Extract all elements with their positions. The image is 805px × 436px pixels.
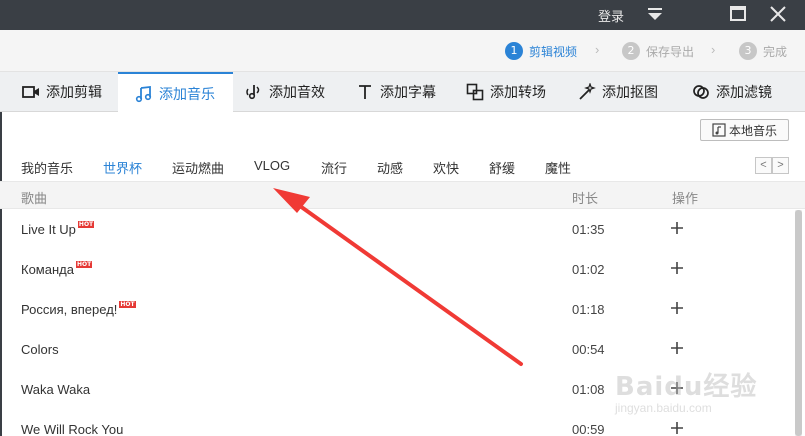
maximize-icon[interactable]: [727, 3, 749, 25]
tab-label: 添加音效: [269, 84, 325, 100]
tab-add-clip[interactable]: 添加剪辑: [22, 72, 102, 112]
song-title: Waka Waka: [21, 382, 91, 397]
song-name: Live It Up HOT: [21, 221, 95, 237]
column-action: 操作: [672, 191, 699, 206]
category-soothing[interactable]: 舒缓: [489, 158, 515, 177]
hot-badge: HOT: [119, 301, 136, 308]
step-number: 2: [622, 42, 640, 60]
step-number: 1: [505, 42, 523, 60]
music-file-icon: [712, 123, 726, 137]
song-title: Россия, вперед!: [21, 302, 118, 317]
song-title: We Will Rock You: [21, 422, 124, 436]
add-plus-icon[interactable]: [669, 220, 685, 236]
song-name: We Will Rock You: [21, 422, 123, 436]
category-my-music[interactable]: 我的音乐: [21, 158, 73, 177]
song-duration: 01:18: [572, 302, 605, 317]
watermark-logo: Baidu经验: [615, 372, 758, 402]
table-row[interactable]: Colors 00:54: [0, 330, 795, 370]
watermark: Baidu经验 jingyan.baidu.com: [615, 366, 765, 426]
category-vlog[interactable]: VLOG: [254, 158, 290, 173]
step-label: 保存导出: [646, 44, 695, 59]
tab-add-filter[interactable]: 添加滤镜: [692, 72, 772, 112]
song-name: Colors: [21, 342, 59, 357]
close-icon[interactable]: [767, 3, 789, 25]
prev-page-button[interactable]: <: [755, 157, 772, 174]
tab-add-cutout[interactable]: 添加抠图: [578, 72, 658, 112]
song-duration: 00:54: [572, 342, 605, 357]
category-tabs: 我的音乐 世界杯 运动燃曲 VLOG 流行 动感 欢快 舒缓 魔性: [0, 152, 805, 180]
text-t-icon: [356, 83, 374, 101]
tool-tabs: 添加剪辑 添加音乐 添加音效 添加字幕 添加转场 添加抠图 添加滤镜: [0, 72, 805, 113]
step-edit-video[interactable]: 1 剪辑视频: [505, 41, 577, 61]
chevron-right-icon: ›: [595, 42, 600, 57]
watermark-url: jingyan.baidu.com: [615, 401, 712, 415]
category-dynamic[interactable]: 动感: [377, 158, 403, 177]
chevron-right-icon: ›: [711, 42, 716, 57]
table-row[interactable]: Live It Up HOT 01:35: [0, 210, 795, 250]
song-duration: 01:08: [572, 382, 605, 397]
song-duration: 00:59: [572, 422, 605, 436]
song-title: Команда: [21, 262, 74, 277]
steps-bar: 1 剪辑视频 › 2 保存导出 › 3 完成: [0, 30, 805, 72]
category-sports[interactable]: 运动燃曲: [172, 158, 224, 177]
song-duration: 01:02: [572, 262, 605, 277]
tab-add-transition[interactable]: 添加转场: [466, 72, 546, 112]
filter-icon: [692, 83, 710, 101]
tab-add-sound-effect[interactable]: 添加音效: [245, 72, 325, 112]
hot-badge: HOT: [77, 221, 95, 228]
song-title: Colors: [21, 342, 59, 357]
category-world-cup[interactable]: 世界杯: [103, 158, 142, 177]
hot-badge: HOT: [75, 261, 93, 268]
add-plus-icon[interactable]: [669, 260, 685, 276]
music-note-icon: [135, 85, 153, 103]
magic-wand-icon: [578, 82, 596, 101]
column-duration: 时长: [572, 191, 599, 206]
table-row[interactable]: Россия, вперед! HOT 01:18: [0, 290, 795, 330]
local-music-label: 本地音乐: [728, 123, 777, 138]
tab-add-music[interactable]: 添加音乐: [118, 72, 233, 113]
tab-label: 添加滤镜: [716, 84, 772, 100]
menu-dropdown-icon[interactable]: [644, 3, 666, 25]
song-name: Команда HOT: [21, 261, 93, 277]
category-pop[interactable]: 流行: [321, 158, 347, 177]
step-save-export[interactable]: 2 保存导出: [622, 41, 694, 61]
song-name: Россия, вперед! HOT: [21, 301, 136, 317]
next-page-button[interactable]: >: [772, 157, 789, 174]
category-cheerful[interactable]: 欢快: [433, 158, 459, 177]
tab-label: 添加音乐: [159, 85, 215, 102]
video-camera-icon: [22, 83, 40, 101]
step-label: 完成: [763, 44, 788, 59]
scrollbar-thumb[interactable]: [795, 210, 802, 436]
sound-effect-icon: [245, 83, 263, 101]
title-bar: 登录: [0, 0, 805, 30]
step-done[interactable]: 3 完成: [739, 41, 787, 61]
tab-label: 添加转场: [490, 84, 546, 100]
category-quirky[interactable]: 魔性: [545, 158, 571, 177]
column-song: 歌曲: [21, 191, 48, 206]
table-header: 歌曲 时长 操作: [0, 181, 805, 209]
tab-add-subtitle[interactable]: 添加字幕: [356, 72, 436, 112]
login-link[interactable]: 登录: [598, 6, 624, 25]
song-name: Waka Waka: [21, 382, 90, 397]
tab-label: 添加剪辑: [46, 84, 102, 100]
table-row[interactable]: Команда HOT 01:02: [0, 250, 795, 290]
step-label: 剪辑视频: [529, 44, 578, 59]
add-plus-icon[interactable]: [669, 340, 685, 356]
song-title: Live It Up: [21, 222, 76, 237]
local-music-button[interactable]: 本地音乐: [700, 119, 789, 141]
transition-icon: [466, 83, 484, 101]
tab-label: 添加字幕: [380, 84, 436, 100]
tab-label: 添加抠图: [602, 84, 658, 100]
add-plus-icon[interactable]: [669, 300, 685, 316]
song-duration: 01:35: [572, 222, 605, 237]
step-number: 3: [739, 42, 757, 60]
